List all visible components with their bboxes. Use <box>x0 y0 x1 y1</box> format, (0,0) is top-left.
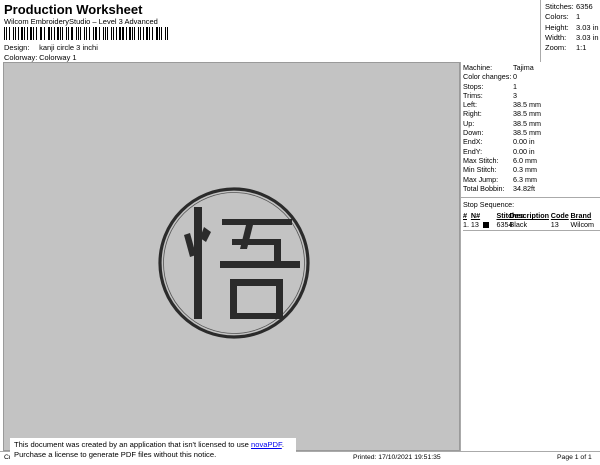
info-row: Down: 38.5 mm <box>463 128 541 138</box>
info-row: Stops: 1 <box>463 81 517 91</box>
printed-date: Printed: 17/10/2021 19:51:35 <box>353 454 441 461</box>
stats-panel: Stitches: 6356 Colors: 1 Height: 3.03 in Wi… <box>540 0 600 62</box>
kanji-glyph <box>184 207 300 319</box>
info-row: EndX: 0.00 in <box>463 137 535 147</box>
info-row: Up: 38.5 mm <box>463 118 541 128</box>
page-number: Page 1 of 1 <box>557 454 592 461</box>
stat-row: Height: 3.03 in <box>545 22 599 32</box>
info-row: Total Bobbin: 34.82ft <box>463 183 535 193</box>
info-row: EndY: 0.00 in <box>463 146 535 156</box>
barcode <box>4 27 170 40</box>
software-name: Wilcom EmbroideryStudio – Level 3 Advanc… <box>4 17 158 26</box>
machine-info-list: Machine: Tajima Color changes: 0 Stops: 1 Trim… <box>461 62 600 193</box>
info-row: Min Stitch: 0.3 mm <box>463 165 537 175</box>
stat-row: Colors: 1 <box>545 12 581 22</box>
kanji-circle-design <box>158 187 310 339</box>
stop-sequence-title: Stop Sequence: <box>463 200 515 210</box>
worksheet-header: Production Worksheet Wilcom EmbroiderySt… <box>0 0 540 62</box>
colorway-row: Colorway: Colorway 1 <box>4 53 77 62</box>
colorway-label: Colorway: <box>4 53 38 62</box>
design-preview <box>3 62 460 451</box>
info-row: Color changes: 0 <box>463 72 517 82</box>
info-panel: Machine: Tajima Color changes: 0 Stops: 1 Trim… <box>460 62 600 451</box>
design-value: kanji circle 3 inchi <box>39 43 98 52</box>
table-row: 1. 13 6354 Black 13 Wilcom <box>463 220 600 232</box>
stat-row: Stitches: 6356 <box>545 2 593 11</box>
info-row: Left: 38.5 mm <box>463 100 541 110</box>
info-row: Max Jump: 6.3 mm <box>463 174 537 184</box>
stat-row: Zoom: 1:1 <box>545 43 587 53</box>
stop-sequence-header: # N# Stitches Description Code Brand <box>463 211 592 221</box>
design-row: Design: kanji circle 3 inchi <box>4 43 98 52</box>
novapdf-link[interactable]: novaPDF <box>251 440 282 449</box>
color-swatch <box>482 220 497 229</box>
stat-row: Width: 3.03 in <box>545 32 599 42</box>
stop-sequence: Stop Sequence: # N# Stitches Description… <box>461 197 600 232</box>
colorway-value: Colorway 1 <box>39 53 77 62</box>
license-notice: This document was created by an applicat… <box>10 438 296 462</box>
info-row: Right: 38.5 mm <box>463 109 541 119</box>
info-row: Max Stitch: 6.0 mm <box>463 155 537 165</box>
page-title: Production Worksheet <box>4 2 143 17</box>
design-label: Design: <box>4 43 30 52</box>
info-row: Machine: Tajima <box>463 63 534 72</box>
info-row: Trims: 3 <box>463 90 517 100</box>
